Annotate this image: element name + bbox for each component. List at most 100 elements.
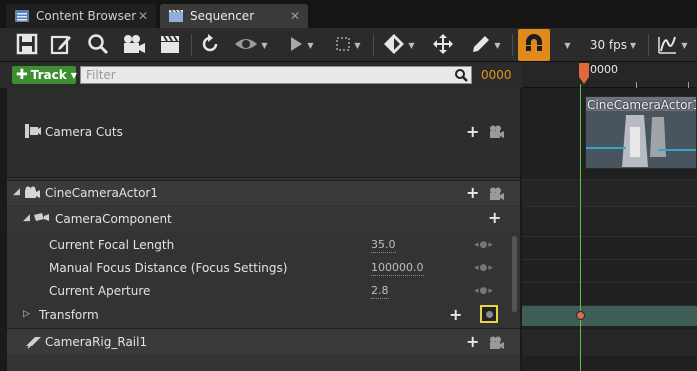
edit-options-button[interactable]: ▼ [466, 31, 506, 59]
magnet-icon [523, 33, 545, 58]
component-icon [32, 211, 50, 228]
fps-dropdown[interactable]: 30 fps ▼ [584, 31, 642, 59]
key-options-button[interactable]: ▼ [379, 31, 419, 59]
tab-content-browser[interactable]: Content Browser ✕ [6, 4, 156, 28]
filter-input[interactable]: Filter [80, 66, 472, 84]
track-button-label: Track [30, 68, 67, 82]
view-options-button[interactable]: ▼ [231, 31, 271, 59]
cine-camera-actor-track[interactable]: ◢ CineCameraActor1 + [7, 180, 520, 205]
tab-label: Sequencer [190, 9, 255, 23]
camera-icon[interactable] [489, 336, 505, 353]
property-row-focal-length[interactable]: Current Focal Length 35.0 ◂●▸ [7, 234, 520, 257]
tab-label: Content Browser [36, 9, 137, 23]
restore-state-button[interactable] [197, 31, 223, 59]
property-value-field[interactable]: 2.8 [371, 284, 389, 299]
camera-component-track[interactable]: ◢ CameraComponent + [7, 207, 520, 231]
chevron-down-icon: ▼ [70, 70, 77, 80]
time-label: 0000 [590, 63, 618, 76]
save-button[interactable] [14, 31, 40, 59]
playhead-handle[interactable] [579, 63, 589, 77]
playback-options-button[interactable]: ▼ [284, 31, 318, 59]
timeline-row-aperture [522, 282, 697, 305]
eye-icon [234, 34, 258, 57]
tree-scrollbar[interactable] [512, 236, 517, 312]
transform-keyframe[interactable] [576, 311, 585, 320]
track-label: Camera Cuts [45, 125, 123, 139]
find-in-browser-button[interactable] [85, 31, 111, 59]
move-arrows-icon [432, 33, 454, 58]
camera-rig-rail-track[interactable]: CameraRig_Rail1 + [7, 328, 520, 354]
auto-key-button[interactable] [430, 31, 456, 59]
camera-cut-shot-section[interactable]: CineCameraActor1 [585, 96, 697, 169]
content-browser-icon [14, 9, 30, 23]
pencil-icon [471, 34, 491, 57]
camera-cut-icon [25, 124, 41, 141]
add-track-button[interactable]: ✚ Track ▼ [12, 66, 77, 84]
filter-placeholder: Filter [86, 68, 116, 82]
camera-cuts-track[interactable]: Camera Cuts + [7, 88, 520, 178]
timeline-panel: 0000 CineCameraActor1 [522, 62, 697, 371]
transform-track[interactable]: ▷ Transform + [7, 304, 520, 327]
chevron-down-icon: ▼ [681, 40, 688, 50]
timeline-row-transform[interactable] [522, 305, 697, 326]
camera-icon[interactable] [489, 125, 505, 142]
time-ruler[interactable]: 0000 [522, 62, 697, 88]
shot-label: CineCameraActor1 [587, 98, 697, 112]
add-plus-icon[interactable]: + [466, 124, 479, 140]
save-icon [16, 33, 38, 58]
add-key-button[interactable] [480, 305, 498, 323]
create-camera-button[interactable] [120, 31, 148, 59]
expand-arrow-icon[interactable]: ▷ [23, 309, 30, 319]
sequencer-icon [168, 9, 184, 23]
track-tree: Camera Cuts + ◢ CineCameraActor1 + ◢ Cam… [7, 88, 520, 371]
snap-toggle-button[interactable] [518, 29, 550, 61]
add-plus-icon[interactable]: + [466, 185, 479, 201]
toolbar-divider [512, 34, 513, 56]
key-navigation-icons[interactable]: ◂●▸ [474, 263, 494, 273]
property-row-focus-distance[interactable]: Manual Focus Distance (Focus Settings) 1… [7, 257, 520, 280]
property-value-field[interactable]: 35.0 [371, 238, 396, 253]
diamond-key-icon [383, 33, 405, 58]
tab-sequencer[interactable]: Sequencer ✕ [160, 4, 308, 28]
save-as-button[interactable] [48, 31, 74, 59]
current-frame-value[interactable]: 0000 [481, 68, 512, 82]
selection-options-button[interactable]: ▼ [330, 31, 366, 59]
property-value-field[interactable]: 100000.0 [371, 261, 424, 276]
filter-row: ✚ Track ▼ Filter 0000 [0, 62, 522, 88]
curve-editor-button[interactable]: ▼ [655, 31, 689, 59]
collapse-arrow-icon[interactable]: ◢ [23, 213, 30, 223]
chevron-down-icon: ▼ [564, 40, 571, 50]
property-row-aperture[interactable]: Current Aperture 2.8 ◂●▸ [7, 280, 520, 303]
key-navigation-icons[interactable]: ◂●▸ [474, 240, 494, 250]
chevron-down-icon: ▼ [307, 40, 314, 50]
toolbar-divider [191, 34, 192, 56]
collapse-arrow-icon[interactable]: ◢ [13, 187, 20, 197]
key-navigation-icons[interactable]: ◂●▸ [474, 286, 494, 296]
ruler-tick [636, 82, 637, 88]
timeline-row-rig [522, 330, 697, 356]
rail-icon [25, 335, 43, 352]
close-icon[interactable]: ✕ [138, 9, 148, 23]
fps-label: 30 fps [589, 38, 628, 52]
chevron-down-icon: ▼ [408, 40, 415, 50]
track-label: Transform [39, 308, 99, 322]
timeline-row-component [522, 206, 697, 233]
add-plus-icon[interactable]: + [488, 210, 501, 226]
add-plus-icon[interactable]: + [449, 307, 462, 323]
property-label: Current Focal Length [49, 238, 175, 252]
render-movie-button[interactable] [157, 31, 183, 59]
close-icon[interactable]: ✕ [290, 9, 300, 23]
tab-bar: Content Browser ✕ Sequencer ✕ [0, 0, 697, 28]
timeline-row-actor [522, 179, 697, 206]
marquee-select-icon [335, 36, 351, 55]
timeline-row-focus-distance [522, 259, 697, 282]
timeline-row-focal-length [522, 236, 697, 259]
camera-icon[interactable] [489, 187, 505, 204]
track-label: CameraRig_Rail1 [45, 335, 148, 349]
toolbar-divider [373, 34, 374, 56]
play-icon [288, 35, 304, 56]
refresh-icon [199, 33, 221, 58]
search-icon [454, 68, 468, 86]
add-plus-icon[interactable]: + [466, 334, 479, 350]
snap-options-dropdown[interactable]: ▼ [556, 31, 576, 59]
